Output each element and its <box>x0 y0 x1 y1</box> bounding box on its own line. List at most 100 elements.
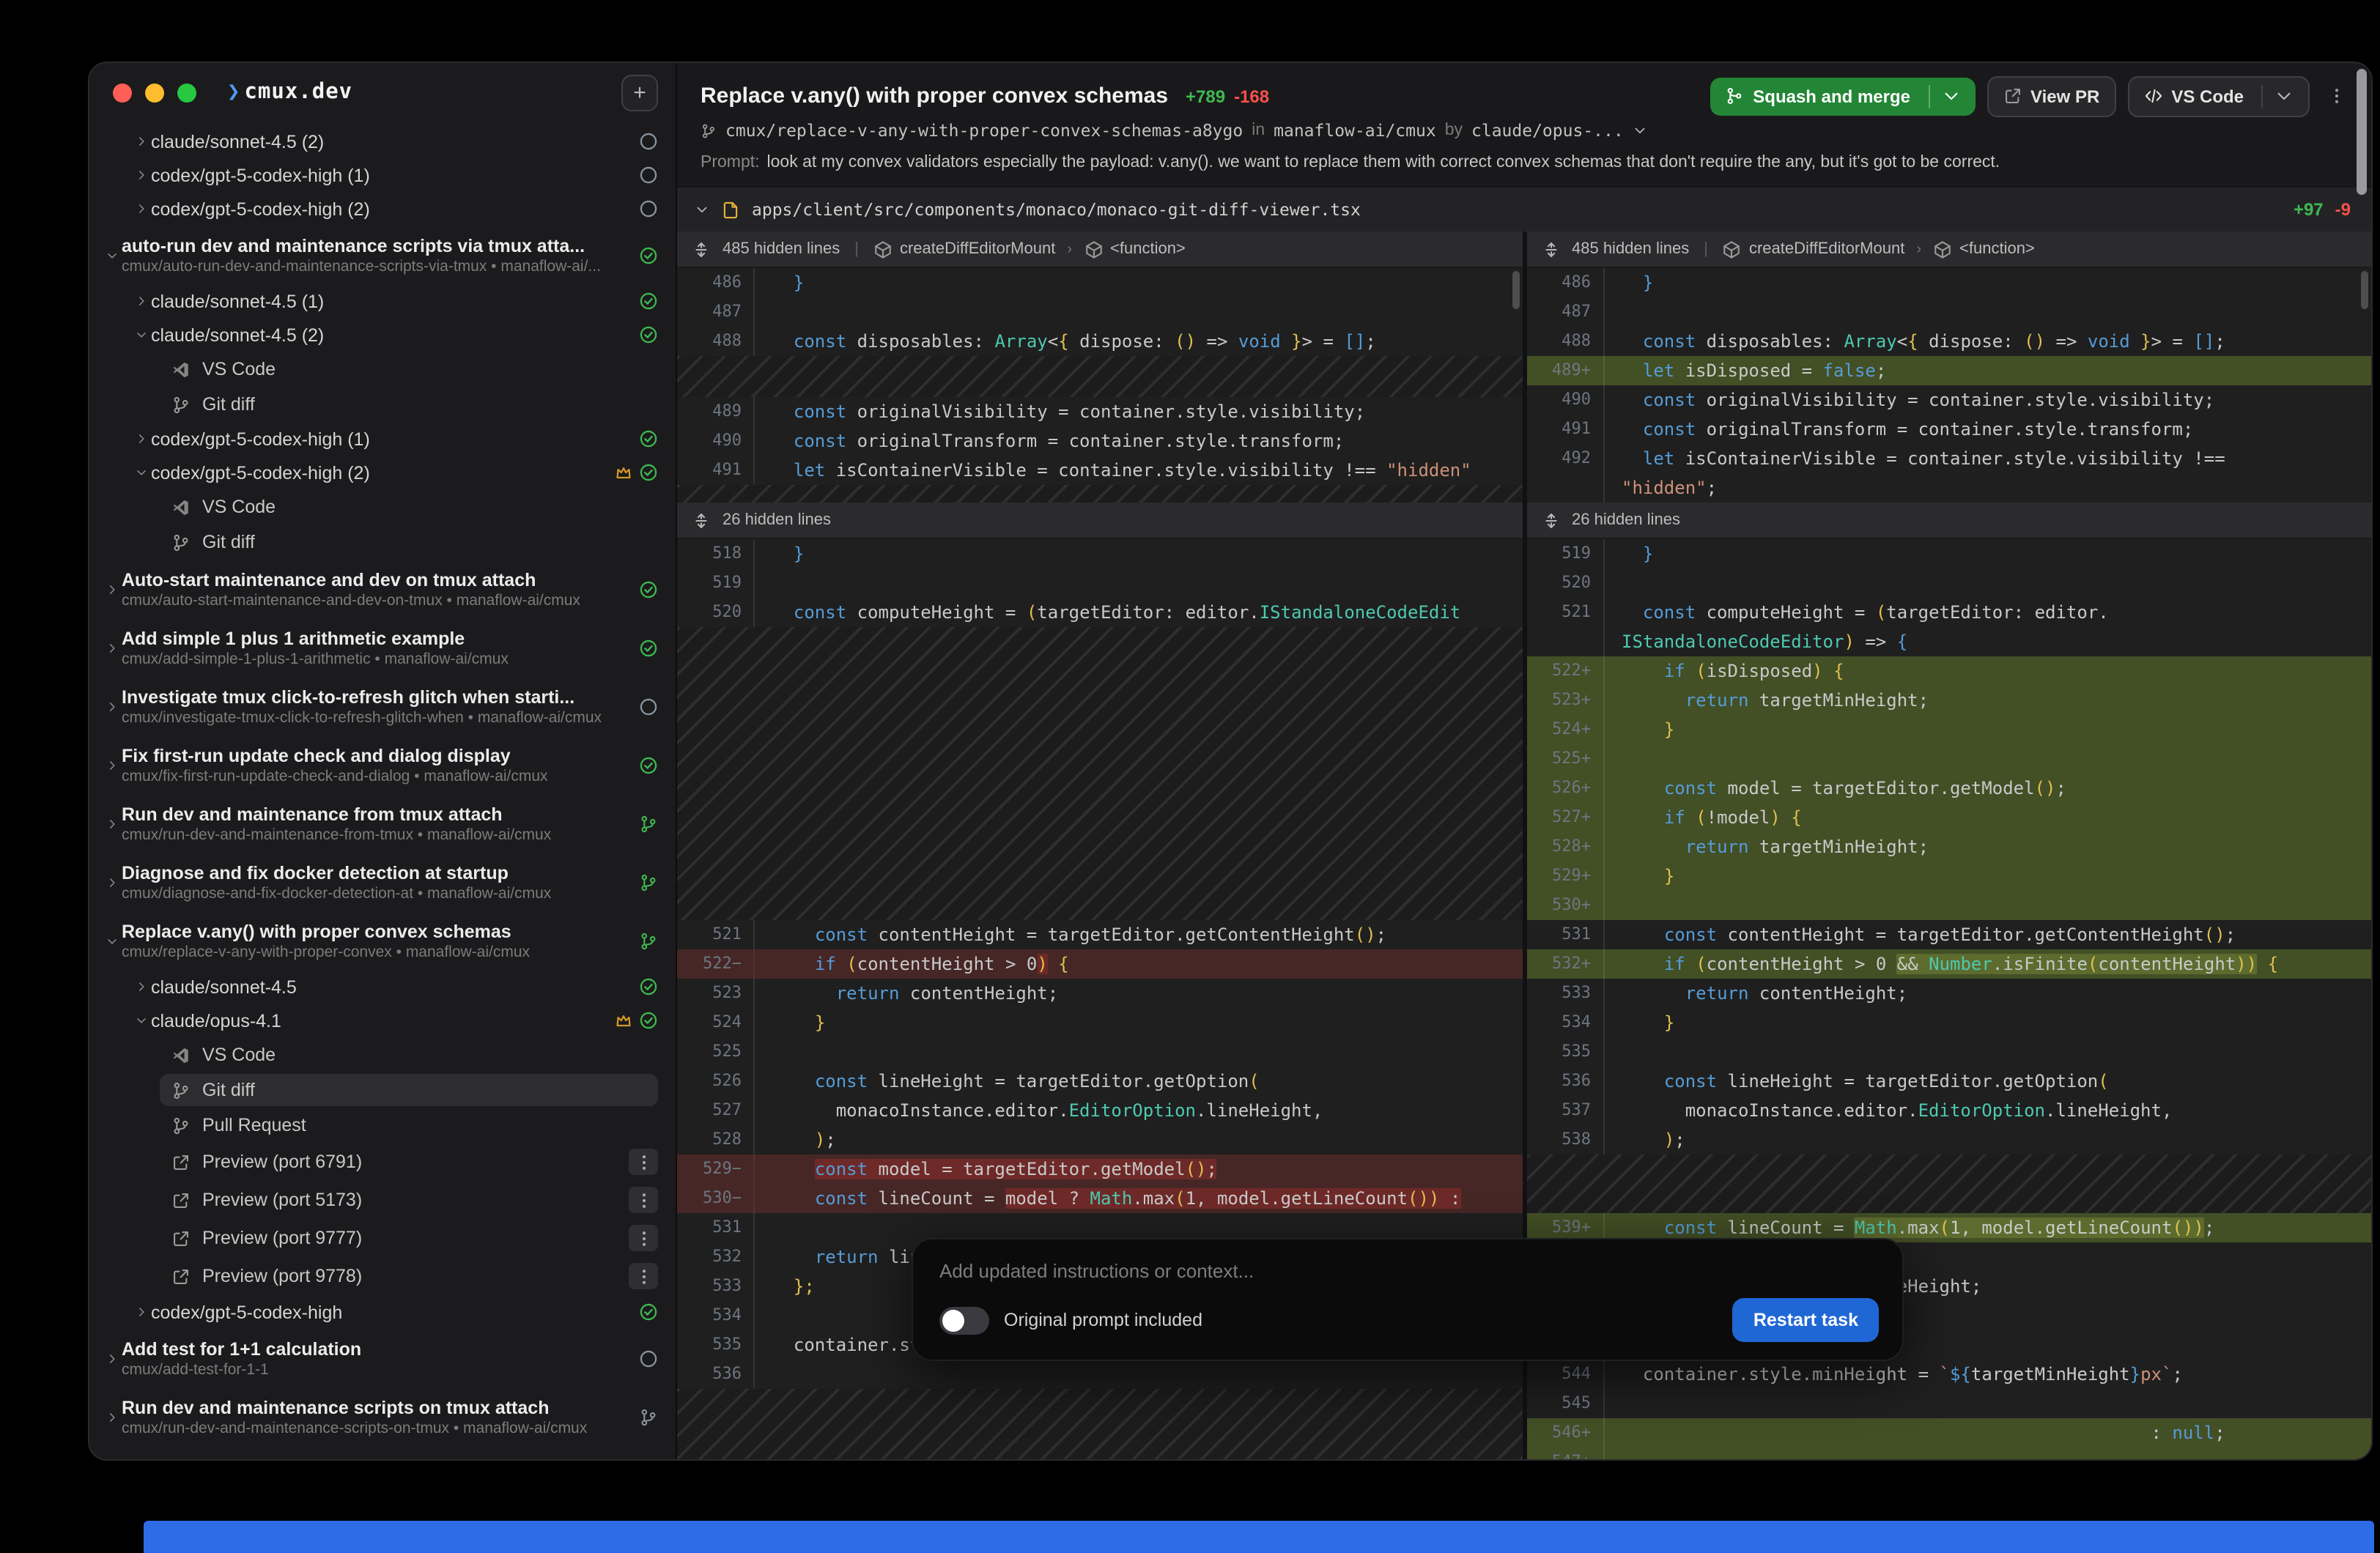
sidebar-item-preview-port-6791[interactable]: Preview (port 6791) <box>89 1143 676 1181</box>
sidebar-item-git-diff[interactable]: Git diff <box>89 387 676 422</box>
chevron-right-icon[interactable] <box>102 758 121 771</box>
diff-line-547+[interactable]: 547+ <box>1526 1448 2371 1459</box>
diff-line-489+[interactable]: 489+ let isDisposed = false; <box>1526 356 2371 385</box>
agent-name[interactable]: claude/opus-... <box>1471 120 1624 141</box>
file-header-bar[interactable]: apps/client/src/components/monaco/monaco… <box>677 186 2371 231</box>
sidebar-item-claude-opus-4-1[interactable]: claude/opus-4.1 <box>89 1004 676 1037</box>
zoom-window-button[interactable] <box>177 83 196 102</box>
chevron-down-icon[interactable] <box>131 1014 150 1027</box>
preview-menu-button[interactable] <box>629 1263 658 1289</box>
diff-line-532+[interactable]: 532+ if (contentHeight > 0 && Number.isF… <box>1526 949 2371 979</box>
chevron-down-icon[interactable] <box>1633 123 1647 138</box>
diff-line-525[interactable]: 525 <box>677 1037 1522 1067</box>
diff-line-534[interactable]: 534 } <box>1526 1008 2371 1037</box>
hidden-lines-bar[interactable]: 26 hidden lines <box>677 503 1522 539</box>
diff-line-521[interactable]: 521 const computeHeight = (targetEditor:… <box>1526 598 2371 627</box>
chevron-down-icon[interactable] <box>102 934 121 947</box>
chevron-down-icon[interactable] <box>2274 86 2294 105</box>
diff-line-491[interactable]: 491 let isContainerVisible = container.s… <box>677 456 1522 485</box>
preview-menu-button[interactable] <box>629 1149 658 1175</box>
diff-line-537[interactable]: 537 monacoInstance.editor.EditorOption.l… <box>1526 1096 2371 1125</box>
sidebar-item-codex-gpt-5-codex-high-2[interactable]: codex/gpt-5-codex-high (2) <box>89 192 676 226</box>
sidebar-item-add-test-for-1-1-calculation[interactable]: Add test for 1+1 calculationcmux/add-tes… <box>89 1329 676 1387</box>
diff-line-546+[interactable]: 546+ : null; <box>1526 1418 2371 1448</box>
diff-line-525+[interactable]: 525+ <box>1526 744 2371 774</box>
sidebar-item-claude-sonnet-4-5[interactable]: claude/sonnet-4.5 <box>89 970 676 1004</box>
sidebar-item-preview-port-9777[interactable]: Preview (port 9777) <box>89 1219 676 1257</box>
chevron-right-icon[interactable] <box>131 294 150 308</box>
pane-scrollbar-thumb[interactable] <box>2361 271 2368 309</box>
diff-line-528+[interactable]: 528+ return targetMinHeight; <box>1526 832 2371 861</box>
sidebar-item-git-diff[interactable]: Git diff <box>89 525 676 560</box>
pane-scrollbar-thumb[interactable] <box>1512 271 1519 309</box>
diff-line-490[interactable]: 490 const originalVisibility = container… <box>1526 385 2371 415</box>
sidebar-item-replace-v-any-with-proper-convex-schemas[interactable]: Replace v.any() with proper convex schem… <box>89 911 676 970</box>
diff-line-528[interactable]: 528 ); <box>677 1125 1522 1154</box>
unfold-icon[interactable] <box>1541 240 1560 259</box>
diff-line-491[interactable]: 491 const originalTransform = container.… <box>1526 415 2371 444</box>
chevron-right-icon[interactable] <box>102 641 121 654</box>
chevron-down-icon[interactable] <box>102 248 121 262</box>
sidebar-item-vs-code[interactable]: VS Code <box>89 1037 676 1072</box>
sidebar-item-codex-gpt-5-codex-high-1[interactable]: codex/gpt-5-codex-high (1) <box>89 158 676 192</box>
sidebar-item-codex-gpt-5-codex-high[interactable]: codex/gpt-5-codex-high <box>89 1295 676 1329</box>
repo-name[interactable]: manaflow-ai/cmux <box>1274 120 1436 141</box>
chevron-right-icon[interactable] <box>102 582 121 596</box>
chevron-right-icon[interactable] <box>102 700 121 713</box>
diff-line-520[interactable]: 520 const computeHeight = (targetEditor:… <box>677 598 1522 627</box>
diff-line-486[interactable]: 486 } <box>1526 268 2371 297</box>
sidebar-item-codex-gpt-5-codex-high-1[interactable]: codex/gpt-5-codex-high (1) <box>89 422 676 456</box>
diff-line-490[interactable]: 490 const originalTransform = container.… <box>677 426 1522 456</box>
sidebar-item-run-dev-and-maintenance-scripts-on-tmux-[interactable]: Run dev and maintenance scripts on tmux … <box>89 1387 676 1446</box>
view-pr-button[interactable]: View PR <box>1987 75 2115 116</box>
diff-line-486[interactable]: 486 } <box>677 268 1522 297</box>
chevron-right-icon[interactable] <box>131 168 150 182</box>
diff-line-487[interactable]: 487 <box>1526 297 2371 327</box>
sidebar-item-preview-port-9778[interactable]: Preview (port 9778) <box>89 1257 676 1295</box>
restart-task-button[interactable]: Restart task <box>1733 1298 1879 1342</box>
sidebar-item-preview-port-5173[interactable]: Preview (port 5173) <box>89 1181 676 1219</box>
diff-line-520[interactable]: 520 <box>1526 568 2371 598</box>
open-vscode-button[interactable]: VS Code <box>2127 75 2310 116</box>
chevron-right-icon[interactable] <box>131 202 150 215</box>
diff-line-wrap[interactable]: IStandaloneCodeEditor) => { <box>1526 627 2371 656</box>
chevron-right-icon[interactable] <box>102 1352 121 1365</box>
diff-line-530+[interactable]: 530+ <box>1526 891 2371 920</box>
diff-line-526[interactable]: 526 const lineHeight = targetEditor.getO… <box>677 1067 1522 1096</box>
sidebar-item-auto-start-maintenance-and-dev-on-tmux-a[interactable]: Auto-start maintenance and dev on tmux a… <box>89 560 676 618</box>
original-prompt-toggle[interactable] <box>939 1306 989 1334</box>
chevron-right-icon[interactable] <box>131 1305 150 1319</box>
sidebar-item-fix-first-run-update-check-and-dialog-di[interactable]: Fix first-run update check and dialog di… <box>89 735 676 794</box>
diff-line-487[interactable]: 487 <box>677 297 1522 327</box>
diff-line-488[interactable]: 488 const disposables: Array<{ dispose: … <box>1526 327 2371 356</box>
window-scrollbar-thumb[interactable] <box>2357 69 2367 195</box>
instructions-input[interactable]: Add updated instructions or context... <box>939 1260 1879 1282</box>
diff-line-527+[interactable]: 527+ if (!model) { <box>1526 803 2371 832</box>
diff-line-536[interactable]: 536 const lineHeight = targetEditor.getO… <box>1526 1067 2371 1096</box>
diff-line-523[interactable]: 523 return contentHeight; <box>677 979 1522 1008</box>
unfold-icon[interactable] <box>1541 511 1560 530</box>
new-task-button[interactable]: + <box>621 74 658 111</box>
diff-line-544[interactable]: 544 container.style.minHeight = `${targe… <box>1526 1360 2371 1389</box>
diff-line-492[interactable]: 492 let isContainerVisible = container.s… <box>1526 444 2371 473</box>
diff-line-wrap[interactable]: "hidden"; <box>1526 473 2371 503</box>
chevron-right-icon[interactable] <box>102 1410 121 1423</box>
diff-line-524[interactable]: 524 } <box>677 1008 1522 1037</box>
diff-line-545[interactable]: 545 <box>1526 1389 2371 1418</box>
diff-line-523+[interactable]: 523+ return targetMinHeight; <box>1526 686 2371 715</box>
hidden-lines-bar[interactable]: 485 hidden lines|createDiffEditorMount›<… <box>677 231 1522 268</box>
chevron-right-icon[interactable] <box>102 817 121 830</box>
diff-line-519[interactable]: 519 <box>677 568 1522 598</box>
close-window-button[interactable] <box>113 83 132 102</box>
unfold-icon[interactable] <box>692 511 711 530</box>
preview-menu-button[interactable] <box>629 1187 658 1213</box>
hidden-lines-bar[interactable]: 26 hidden lines <box>1526 503 2371 539</box>
sidebar-item-claude-sonnet-4-5-1[interactable]: claude/sonnet-4.5 (1) <box>89 284 676 318</box>
chevron-right-icon[interactable] <box>131 135 150 148</box>
unfold-icon[interactable] <box>692 240 711 259</box>
diff-line-536[interactable]: 536 <box>677 1360 1522 1389</box>
diff-line-488[interactable]: 488 const disposables: Array<{ dispose: … <box>677 327 1522 356</box>
diff-line-530−[interactable]: 530− const lineCount = model ? Math.max(… <box>677 1184 1522 1213</box>
diff-line-529+[interactable]: 529+ } <box>1526 861 2371 891</box>
sidebar-item-git-diff[interactable]: Git diff <box>89 1072 676 1108</box>
